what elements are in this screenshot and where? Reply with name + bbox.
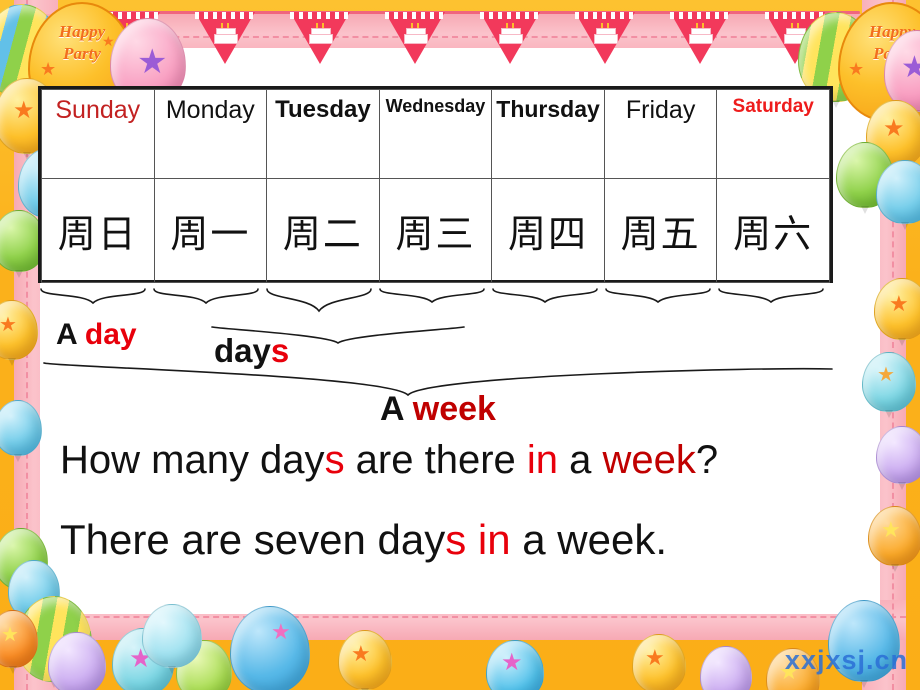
question-part-2: are there [344,438,527,482]
brace-small-tuesday [266,288,372,313]
label-a-week: A week [380,390,496,429]
bunting-dots [670,12,730,19]
weekday-zh-saturday: 周六 [733,214,814,256]
brace-small-saturday [718,288,824,304]
answer-line: There are seven days in a week. [60,516,667,564]
balloon-skyblue-bl [142,604,202,674]
question-part-4: ? [695,438,719,482]
bunting-garland [100,8,860,64]
watermark: xxjxsj.cn [784,645,908,675]
label-days-stem: day [214,332,271,369]
bunting-dots [385,12,445,19]
table-row-english: Sunday Monday Tuesday Wednesday Thursday… [41,89,830,179]
question-part-3: a [558,438,603,482]
weekday-label-sunday: Sunday [55,96,141,124]
label-days: days [214,332,289,370]
table-cell-monday-en: Monday [153,89,268,179]
weekday-label-thursday: Thursday [496,96,600,122]
cake-icon [404,23,428,44]
cake-icon [214,23,238,44]
answer-part-1: There are seven day [60,516,446,563]
brace-small-sunday [40,288,146,305]
weekday-zh-friday: 周五 [620,214,701,256]
weekday-label-saturday: Saturday [732,96,814,117]
label-a-day: A day [56,318,137,352]
weekday-label-tuesday: Tuesday [275,96,371,123]
question-line: How many days are there in a week? [60,438,718,483]
label-a-week-noun: week [412,390,496,428]
table-cell-sunday-en: Sunday [41,89,155,179]
label-a-week-article: A [380,390,413,428]
brace-small-wednesday [379,288,485,304]
balloon-orange-right-low: ★ [868,506,920,572]
table-cell-tuesday-en: Tuesday [266,89,380,179]
question-preposition-in: in [526,438,559,482]
answer-highlight-s-in: s in [445,516,511,563]
label-a-day-noun: day [84,318,137,351]
weekday-zh-thursday: 周四 [508,214,589,256]
question-part-1: How many day [60,438,325,482]
table-row-chinese: 周日 周一 周二 周三 周四 周五 周六 [41,178,830,283]
table-cell-thursday-zh: 周四 [491,178,605,283]
table-cell-friday-en: Friday [603,89,718,179]
cake-icon [309,23,333,44]
weekday-zh-tuesday: 周二 [282,214,363,256]
table-cell-monday-zh: 周一 [153,178,268,283]
bunting-dots [195,12,255,19]
table-cell-wednesday-zh: 周三 [378,178,493,283]
label-a-day-article: A [56,318,85,351]
bunting-dots [480,12,540,19]
table-cell-friday-zh: 周五 [603,178,718,283]
question-plural-s: s [324,438,345,482]
answer-part-2: a week. [510,516,667,563]
slide-canvas: ★ ★ ★ Happy Party ★ ★ ★ ★ ★ ★ ★ ★ ★ ★ [0,0,920,690]
bunting-dots [575,12,635,19]
balloon-teal-right-low: ★ [862,352,916,418]
brace-small-friday [605,288,711,304]
weekday-zh-wednesday: 周三 [395,214,476,256]
weekday-table: Sunday Monday Tuesday Wednesday Thursday… [38,86,833,283]
table-cell-thursday-en: Thursday [491,89,605,179]
table-cell-wednesday-en: Wednesday [378,89,493,179]
brace-small-thursday [492,288,598,304]
bunting-dots [290,12,350,19]
table-cell-saturday-en: Saturday [716,89,830,179]
label-days-plural-s: s [270,332,290,369]
balloon-yellowstar-b1: ★ [338,630,392,690]
balloon-lavender-right-low [876,426,920,490]
brace-small-monday [153,288,259,305]
table-cell-tuesday-zh: 周二 [266,178,380,283]
weekday-label-friday: Friday [625,96,696,124]
weekday-zh-monday: 周一 [170,214,251,256]
weekday-zh-sunday: 周日 [57,214,138,256]
table-cell-sunday-zh: 周日 [41,178,155,283]
question-noun-week: week [602,438,696,482]
table-cell-saturday-zh: 周六 [716,178,830,283]
weekday-label-monday: Monday [165,96,255,124]
cake-icon [499,23,523,44]
weekday-label-wednesday: Wednesday [385,96,486,116]
cake-icon [689,23,713,44]
cake-icon [594,23,618,44]
